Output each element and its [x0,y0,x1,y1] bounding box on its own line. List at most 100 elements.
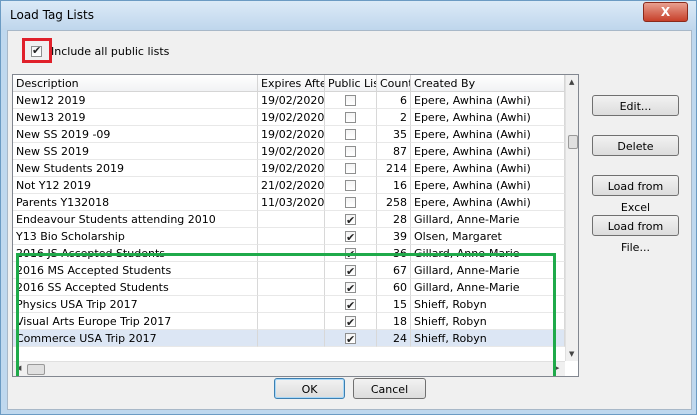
cell-expires-after: 19/02/2020 [258,126,325,143]
public-list-checkbox[interactable] [345,163,356,174]
horizontal-scrollbar[interactable]: ◀ ▶ [13,361,565,376]
cell-created-by: Epere, Awhina (Awhi) [411,194,565,211]
cell-created-by: Olsen, Margaret [411,228,565,245]
cell-public-list [325,313,377,330]
cell-public-list [325,194,377,211]
cell-created-by: Shieff, Robyn [411,296,565,313]
table-row[interactable]: 2016 JS Accepted Students 36Gillard, Anne… [13,245,565,262]
table-row[interactable]: Commerce USA Trip 2017 24Shieff, Robyn [13,330,565,347]
horizontal-scroll-thumb[interactable] [27,364,45,375]
table-row[interactable]: Visual Arts Europe Trip 2017 18Shieff, Ro… [13,313,565,330]
cell-expires-after: 19/02/2020 [258,143,325,160]
public-list-checkbox[interactable] [345,146,356,157]
column-header-expires-after[interactable]: Expires After [258,75,325,92]
public-list-checkbox[interactable] [345,197,356,208]
cell-count: 39 [377,228,411,245]
scroll-up-icon[interactable]: ▲ [569,78,574,86]
cell-description: Not Y12 2019 [13,177,258,194]
public-list-checkbox[interactable] [345,263,356,278]
cell-count: 67 [377,262,411,279]
cell-count: 214 [377,160,411,177]
cell-created-by: Gillard, Anne-Marie [411,279,565,296]
public-list-checkbox[interactable] [345,280,356,295]
public-list-checkbox[interactable] [345,297,356,312]
public-list-checkbox[interactable] [345,95,356,106]
vertical-scroll-thumb[interactable] [568,135,578,149]
cell-expires-after: 21/02/2020 [258,177,325,194]
public-list-checkbox[interactable] [345,112,356,123]
public-list-checkbox[interactable] [345,246,356,261]
cell-expires-after: 19/02/2020 [258,92,325,109]
load-from-excel-button[interactable]: Load from Excel [592,175,679,214]
cell-public-list [325,296,377,313]
close-icon[interactable]: X [643,2,688,22]
cell-created-by: Epere, Awhina (Awhi) [411,177,565,194]
window-title: Load Tag Lists [10,8,94,22]
table-row[interactable]: 2016 MS Accepted Students 67Gillard, Anne… [13,262,565,279]
cell-description: Visual Arts Europe Trip 2017 [13,313,258,330]
table-row[interactable]: Y13 Bio Scholarship 39Olsen, Margaret [13,228,565,245]
cell-count: 35 [377,126,411,143]
cell-created-by: Shieff, Robyn [411,330,565,347]
table-row[interactable]: New13 2019 19/02/2020 2 Epere, Awhina (Awhi… [13,109,565,126]
column-header-count[interactable]: Count [377,75,411,92]
column-header-public-list[interactable]: Public List [325,75,377,92]
table-row[interactable]: New SS 2019 19/02/2020 87 Epere, Awhina (Aw… [13,143,565,160]
cell-expires-after: 11/03/2020 [258,194,325,211]
public-list-checkbox[interactable] [345,331,356,346]
scroll-left-icon[interactable]: ◀ [16,364,21,372]
cell-description: Commerce USA Trip 2017 [13,330,258,347]
cell-count: 36 [377,245,411,262]
public-list-checkbox[interactable] [345,129,356,140]
public-list-checkbox[interactable] [345,180,356,191]
cell-public-list [325,262,377,279]
column-header-description[interactable]: Description [13,75,258,92]
cell-expires-after [258,296,325,313]
scroll-right-icon[interactable]: ▶ [554,364,559,372]
cell-public-list [325,109,377,126]
cell-count: 2 [377,109,411,126]
cell-created-by: Epere, Awhina (Awhi) [411,109,565,126]
cell-public-list [325,92,377,109]
cell-created-by: Gillard, Anne-Marie [411,211,565,228]
table-row[interactable]: New Students 2019 19/02/2020 214 Epere, Awh… [13,160,565,177]
public-list-checkbox[interactable] [345,229,356,244]
cell-created-by: Shieff, Robyn [411,313,565,330]
include-public-lists-checkbox[interactable] [31,44,42,57]
include-public-lists-label: Include all public lists [51,45,170,58]
cell-created-by: Epere, Awhina (Awhi) [411,160,565,177]
table-row[interactable]: Not Y12 2019 21/02/2020 16 Epere, Awhina (A… [13,177,565,194]
table-row[interactable]: 2016 SS Accepted Students 60Gillard, Anne… [13,279,565,296]
table-row[interactable]: New12 2019 19/02/2020 6 Epere, Awhina (Awhi… [13,92,565,109]
tag-lists-table: Description Expires After Public List Co… [12,74,579,377]
cell-public-list [325,177,377,194]
cell-expires-after: 19/02/2020 [258,160,325,177]
cell-public-list [325,245,377,262]
edit-button[interactable]: Edit... [592,95,679,116]
table-row[interactable]: Physics USA Trip 2017 15Shieff, Robyn [13,296,565,313]
cell-expires-after [258,313,325,330]
cell-created-by: Epere, Awhina (Awhi) [411,126,565,143]
load-tag-lists-dialog: Load Tag Lists X Include all public list… [0,0,697,415]
public-list-checkbox[interactable] [345,212,356,227]
cell-count: 24 [377,330,411,347]
ok-button[interactable]: OK [274,378,345,399]
delete-button[interactable]: Delete [592,135,679,156]
column-header-created-by[interactable]: Created By [411,75,565,92]
scroll-down-icon[interactable]: ▼ [569,350,574,358]
cell-created-by: Gillard, Anne-Marie [411,262,565,279]
table-row[interactable]: Parents Y132018 11/03/2020 258 Epere, Awhin… [13,194,565,211]
load-from-file-button[interactable]: Load from File... [592,215,679,254]
vertical-scrollbar[interactable]: ▲ ▼ [565,75,578,361]
cell-public-list [325,279,377,296]
public-list-checkbox[interactable] [345,314,356,329]
cell-description: New13 2019 [13,109,258,126]
cell-expires-after [258,245,325,262]
cell-created-by: Epere, Awhina (Awhi) [411,92,565,109]
title-bar: Load Tag Lists X [1,1,696,30]
cancel-button[interactable]: Cancel [353,378,426,399]
table-row[interactable]: New SS 2019 -09 19/02/2020 35 Epere, Awhina… [13,126,565,143]
cell-count: 87 [377,143,411,160]
cell-description: New SS 2019 -09 [13,126,258,143]
table-row[interactable]: Endeavour Students attending 2010 28Gilla… [13,211,565,228]
